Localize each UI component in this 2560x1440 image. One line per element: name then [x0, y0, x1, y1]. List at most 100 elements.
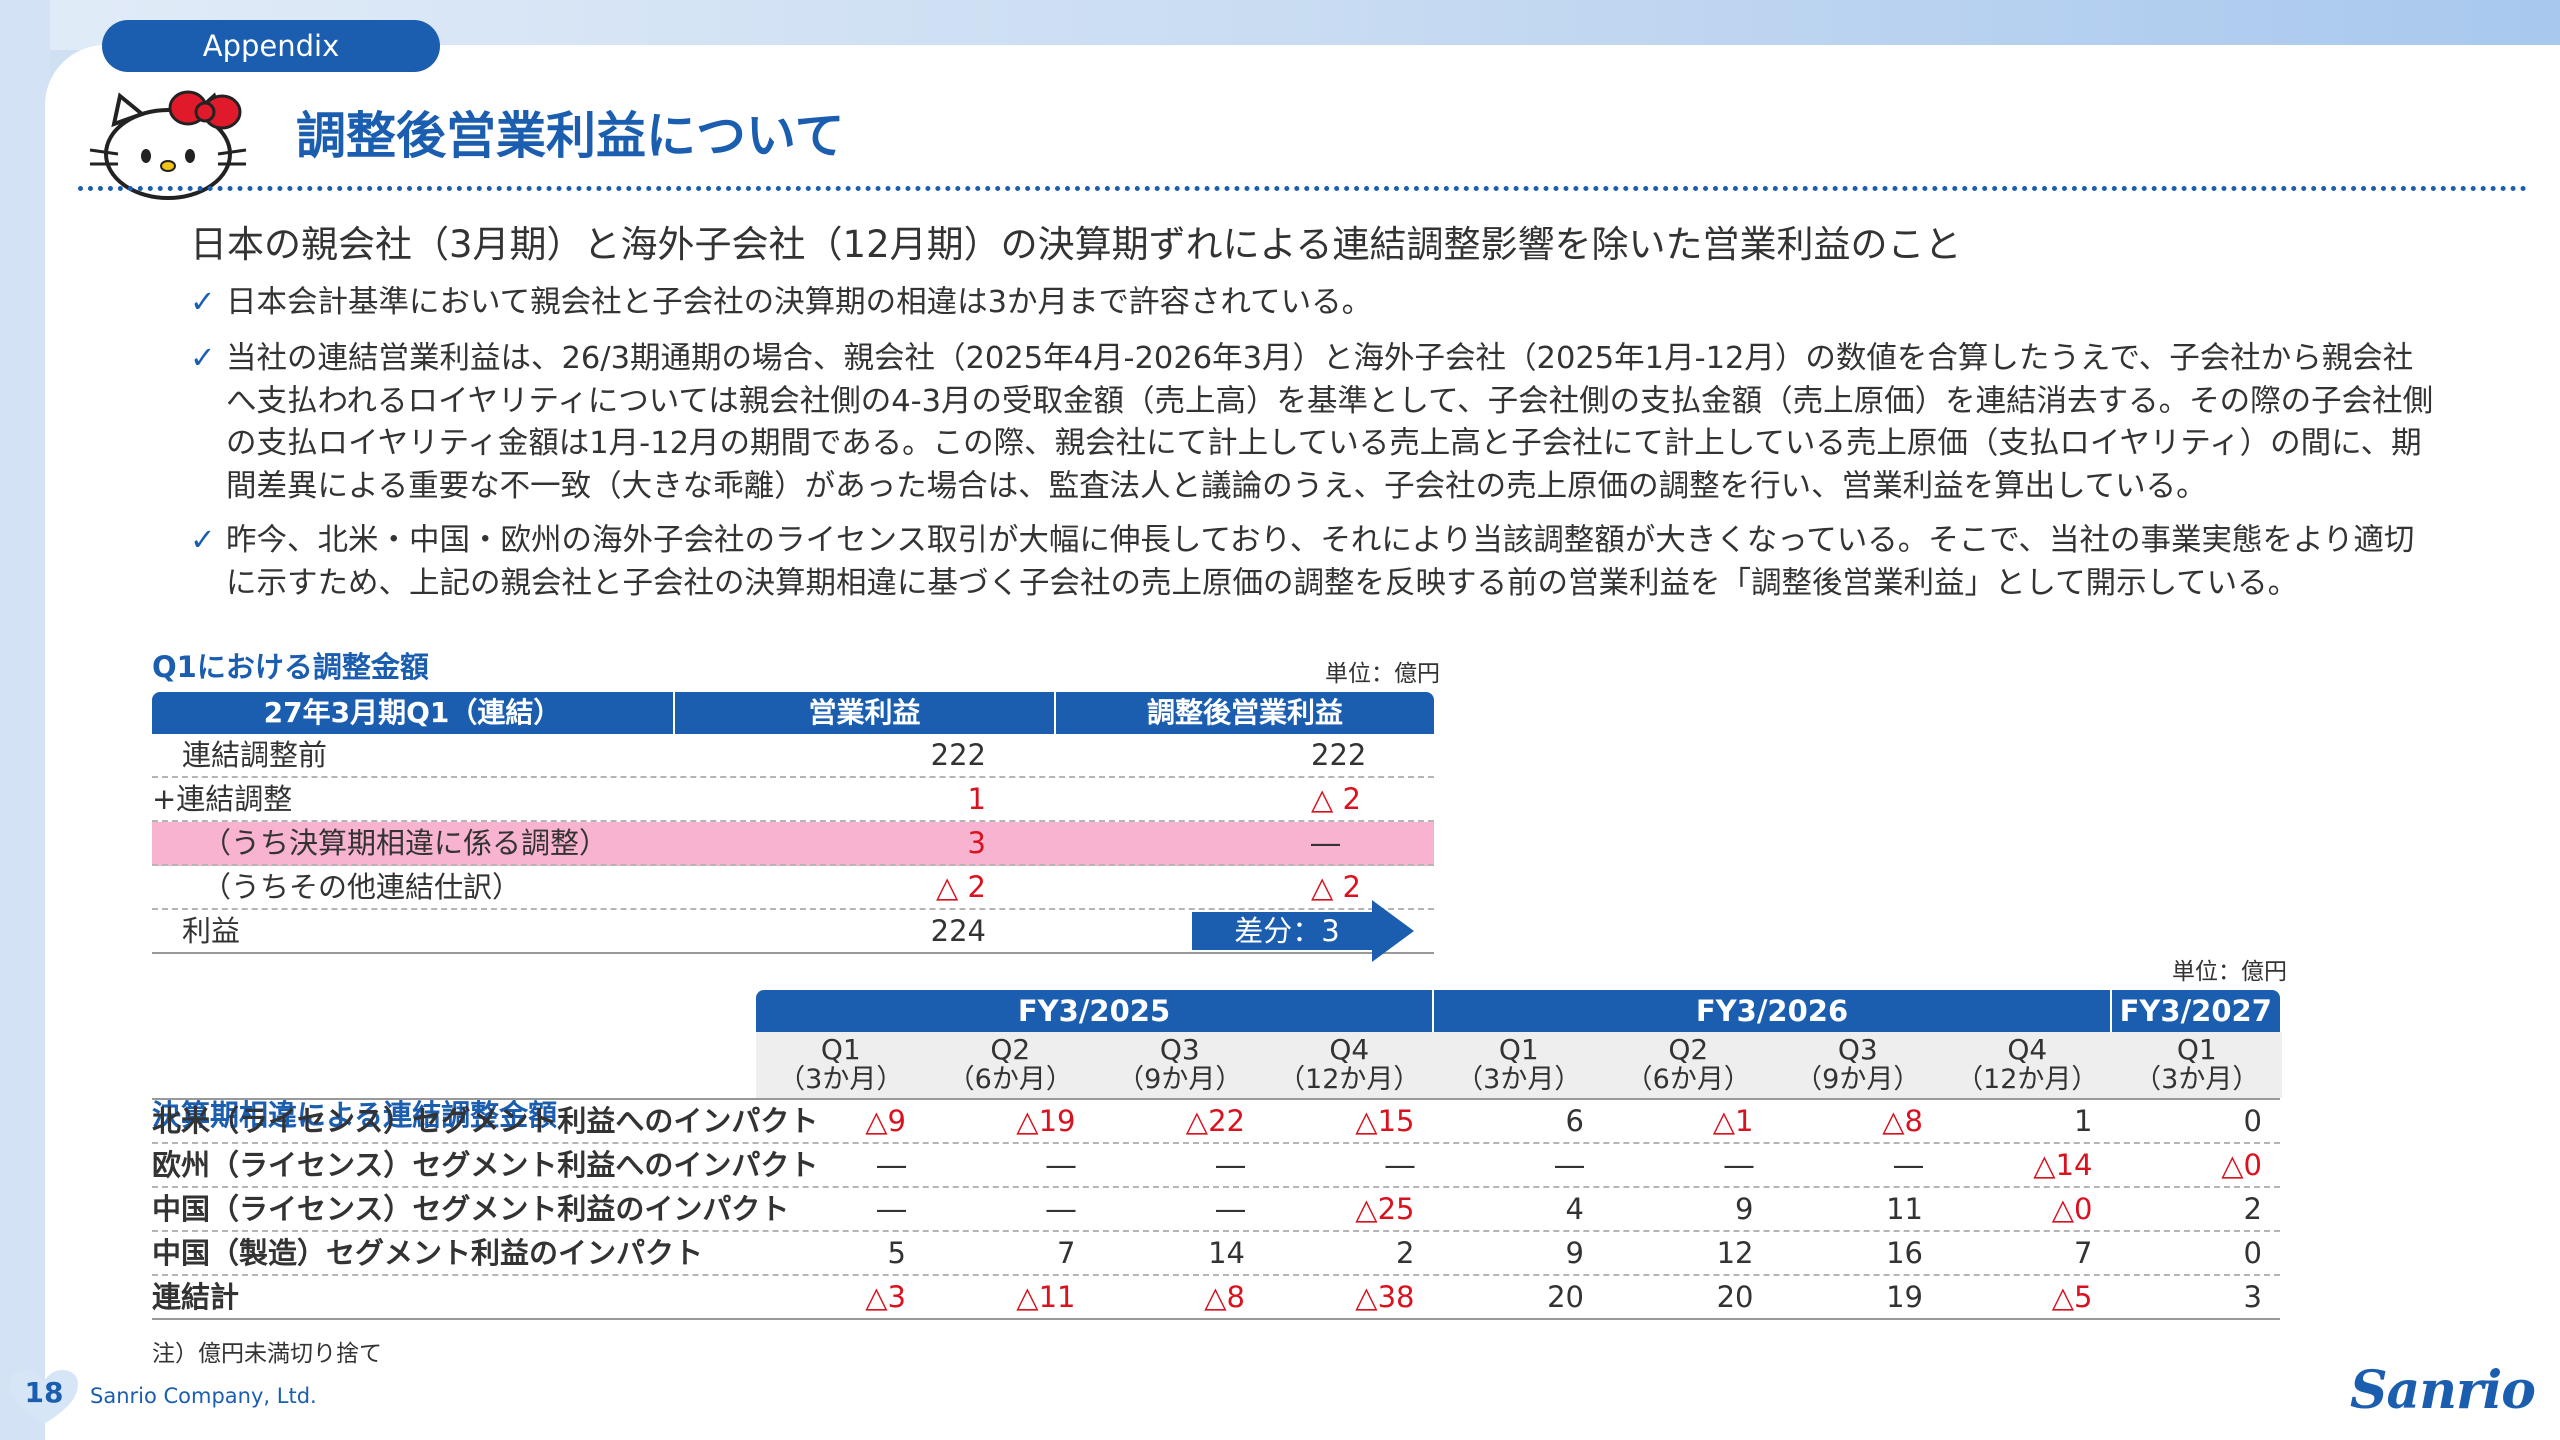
- fy-cell-value: 0: [2243, 1104, 2262, 1138]
- fy-row-label: 連結計: [152, 1280, 240, 1314]
- quarter-label: Q3: [1159, 1033, 1200, 1066]
- q1-row-label: （うちその他連結仕訳）: [202, 870, 522, 904]
- company-name: Sanrio Company, Ltd.: [90, 1384, 317, 1408]
- fy-cell-value: ―: [1385, 1148, 1415, 1182]
- quarter-header: Q3 （9か月）: [1095, 1032, 1265, 1098]
- q1-row-op-value: 222: [930, 738, 986, 772]
- q1-row-op-value: 224: [930, 914, 986, 948]
- quarter-header-row: 決算期相違による連結調整金額 Q1 （3か月） Q2 （6か月） Q3 （9か月） Q4 （1…: [152, 1032, 2282, 1132]
- fy-cell-value: △0: [2221, 1148, 2262, 1182]
- fy-cell-value: ―: [1046, 1148, 1076, 1182]
- quarter-header: Q1 （3か月）: [1434, 1032, 1604, 1098]
- fy-cell-value: 16: [1886, 1236, 1923, 1270]
- fy-cell-value: ―: [1555, 1148, 1584, 1182]
- fy-cell-value: △3: [865, 1280, 906, 1314]
- fy-adjustment-table: FY3/2025 FY3/2026 FY3/2027 決算期相違による連結調整金額 …: [152, 990, 2282, 1320]
- q1-table-row: 利益224220差分：3: [152, 900, 1434, 962]
- fy-cell-value: △22: [1185, 1104, 1245, 1138]
- lead-text: 日本の親会社（3月期）と海外子会社（12月期）の決算期ずれによる連結調整影響を除…: [190, 223, 1962, 266]
- quarter-label: Q3: [1837, 1033, 1878, 1066]
- fy-cell-value: 2: [2243, 1192, 2262, 1226]
- quarter-period: （12か月）: [1956, 1064, 2099, 1095]
- quarter-label: Q2: [990, 1033, 1031, 1066]
- quarter-header: Q2 （6か月）: [1603, 1032, 1773, 1098]
- fy-row-label: 中国（ライセンス）セグメント利益のインパクト: [152, 1192, 790, 1226]
- fy-cell-value: 3: [2243, 1280, 2262, 1314]
- quarter-label: Q4: [1329, 1033, 1370, 1066]
- fy-cell-value: 4: [1565, 1192, 1584, 1226]
- fy-cell-value: ―: [1724, 1148, 1754, 1182]
- quarter-label: Q1: [1498, 1033, 1539, 1066]
- bullet-1: ✓ 日本会計基準において親会社と子会社の決算期の相違は3か月まで許容されている。: [190, 282, 2440, 325]
- fy-cell-value: △8: [1882, 1104, 1923, 1138]
- fy-row-label: 北米（ライセンス）セグメント利益へのインパクト: [152, 1104, 819, 1138]
- fy-cell-value: 20: [1716, 1280, 1754, 1314]
- fy-cell-value: 19: [1886, 1280, 1923, 1314]
- quarter-header: Q3 （9か月）: [1773, 1032, 1943, 1098]
- fy-cell-value: 5: [887, 1236, 906, 1270]
- q1-header-adj: 調整後営業利益: [1146, 696, 1343, 729]
- fy-cell-value: △11: [1016, 1280, 1076, 1314]
- q1-row-adj-value: 222: [1311, 738, 1367, 772]
- quarter-period: （9か月）: [1117, 1064, 1243, 1095]
- fy-cell-value: 9: [1735, 1192, 1754, 1226]
- q1-table-header: 27年3月期Q1（連結） 営業利益 調整後営業利益: [152, 692, 1434, 734]
- q1-row-op-value: 1: [967, 782, 986, 816]
- quarter-header: Q4 （12か月）: [1264, 1032, 1434, 1098]
- bullet-2: ✓ 当社の連結営業利益は、26/3期通期の場合、親会社（2025年4月-2026…: [190, 338, 2440, 508]
- fy-cell-value: 9: [1565, 1236, 1584, 1270]
- fy-cell-value: △14: [2033, 1148, 2093, 1182]
- fy-cell-value: 1: [2074, 1104, 2093, 1138]
- fy-cell-value: 7: [2074, 1236, 2093, 1270]
- fy-unit-label: 単位：億円: [2172, 959, 2287, 985]
- q1-row-label: 連結調整前: [182, 738, 328, 772]
- fy-header-row: FY3/2025 FY3/2026 FY3/2027: [152, 990, 2280, 1032]
- q1-table-row: （うち決算期相違に係る調整） 3 ―: [152, 822, 1434, 866]
- fy-row-label: 中国（製造）セグメント利益のインパクト: [152, 1236, 704, 1270]
- diff-label: 差分：3: [1234, 914, 1340, 948]
- q1-table-row: 連結調整前 222 222: [152, 734, 1434, 778]
- fy-cell-value: ―: [877, 1192, 906, 1226]
- q1-header-op: 営業利益: [675, 692, 1056, 734]
- fy-cell-value: △0: [2051, 1192, 2093, 1226]
- fy-cell-value: 20: [1547, 1280, 1584, 1314]
- page-title: 調整後営業利益について: [296, 107, 845, 165]
- q1-row-label: 利益: [182, 914, 241, 948]
- q1-row-label: +連結調整: [152, 782, 293, 816]
- fy-cell-value: ―: [1894, 1148, 1923, 1182]
- fy-cell-value: △19: [1016, 1104, 1076, 1138]
- fy-cell-value: △38: [1355, 1280, 1415, 1314]
- q1-table-body: 連結調整前 222 222 +連結調整 1 △ 2 （うち決算期相違に係る調整） 3 ― （うちそ…: [152, 734, 1434, 962]
- fy-cell-value: △25: [1355, 1192, 1415, 1226]
- quarter-period: （3か月）: [778, 1064, 904, 1095]
- fiscal-year-header: FY3/2025: [756, 990, 1432, 1032]
- fy-table-row: 欧州（ライセンス）セグメント利益へのインパクト ― ― ― ― ― ― ― △14 △0: [152, 1144, 2280, 1188]
- fy-cell-value: 7: [1057, 1236, 1076, 1270]
- footnote: 注）億円未満切り捨て: [152, 1341, 382, 1367]
- quarter-header: Q4 （12か月）: [1942, 1032, 2112, 1098]
- fy-cell-value: 6: [1565, 1104, 1584, 1138]
- fy-cell-value: 0: [2243, 1236, 2262, 1270]
- fy-table-row: 中国（ライセンス）セグメント利益のインパクト ― ― ― △25 4 9 11 △0 2: [152, 1188, 2280, 1232]
- fy-cell-value: △8: [1204, 1280, 1245, 1314]
- fy-cell-value: △15: [1355, 1104, 1415, 1138]
- quarter-label: Q1: [2176, 1033, 2217, 1066]
- q1-table-row: +連結調整 1 △ 2: [152, 778, 1434, 822]
- bullet-2-text: 当社の連結営業利益は、26/3期通期の場合、親会社（2025年4月-2026年3…: [226, 341, 2434, 504]
- quarter-period: （3か月）: [2134, 1064, 2260, 1095]
- quarter-period: （6か月）: [947, 1064, 1073, 1095]
- fiscal-year-header: FY3/2027: [2112, 990, 2280, 1032]
- page-number: 18: [24, 1376, 64, 1409]
- q1-adjustment-table: 27年3月期Q1（連結） 営業利益 調整後営業利益 連結調整前 222 222 +連結…: [152, 692, 1434, 962]
- fy-cell-value: ―: [1216, 1148, 1245, 1182]
- check-icon: ✓: [190, 285, 216, 320]
- quarter-header: Q1 （3か月）: [2112, 1032, 2282, 1098]
- quarter-period: （6か月）: [1625, 1064, 1751, 1095]
- quarter-period: （3か月）: [1456, 1064, 1582, 1095]
- fy-cell-value: ―: [1216, 1192, 1245, 1226]
- fy-table-row: 北米（ライセンス）セグメント利益へのインパクト △9 △19 △22 △15 6 △1 △8 1…: [152, 1098, 2280, 1144]
- fy-table-row: 中国（製造）セグメント利益のインパクト 5 7 14 2 9 12 16 7 0: [152, 1232, 2280, 1276]
- fy-row-label: 欧州（ライセンス）セグメント利益へのインパクト: [152, 1148, 819, 1182]
- q1-header-period: 27年3月期Q1（連結）: [152, 692, 675, 734]
- quarter-label: Q1: [820, 1033, 861, 1066]
